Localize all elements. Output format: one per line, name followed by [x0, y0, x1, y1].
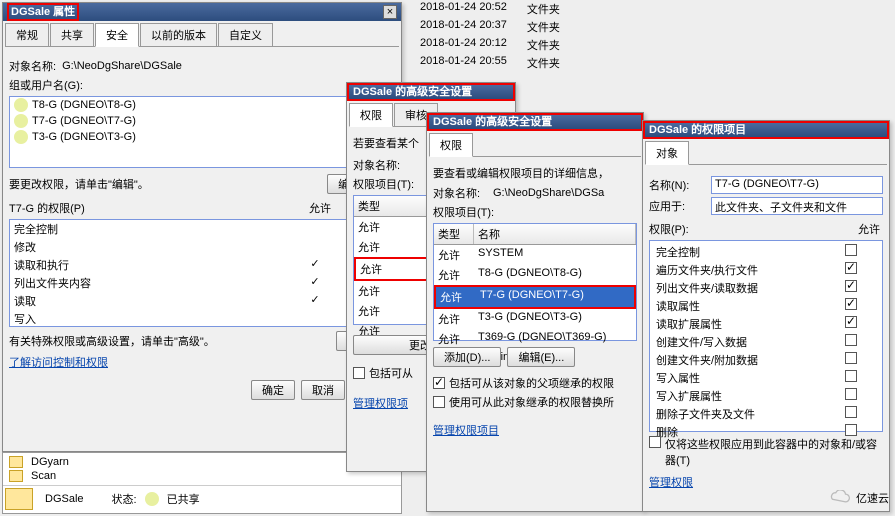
- advanced-hint: 有关特殊权限或高级设置，请单击"高级"。: [9, 333, 336, 349]
- folder-icon: [9, 456, 23, 468]
- only-apply-checkbox[interactable]: [649, 436, 661, 448]
- selected-folder-name: DGSale: [45, 493, 84, 505]
- edit-button[interactable]: 编辑(E)...: [507, 347, 575, 367]
- tab-security[interactable]: 安全: [95, 23, 139, 47]
- include-checkbox[interactable]: [353, 367, 365, 379]
- tab-permissions[interactable]: 权限: [429, 133, 473, 157]
- allow-header: 允许: [855, 221, 883, 237]
- cloud-icon: [826, 490, 852, 506]
- perm-items-label: 权限项目(T):: [353, 176, 414, 192]
- object-name-label: 对象名称:: [433, 185, 493, 201]
- manage-link[interactable]: 管理权限: [649, 474, 693, 490]
- perm-table[interactable]: 类型名称 允许SYSTEM 允许T8-G (DGNEO\T8-G) 允许T7-G…: [433, 223, 637, 341]
- perm-list[interactable]: 完全控制 修改 读取和执行✓ 列出文件夹内容✓ 读取✓ 写入: [9, 219, 395, 327]
- dialog-title: DGSale 的高级安全设置: [353, 85, 472, 99]
- users-list[interactable]: T8-G (DGNEO\T8-G) T7-G (DGNEO\T7-G) T3-G…: [9, 96, 395, 168]
- manage-link[interactable]: 管理权限项目: [433, 422, 499, 438]
- file-row: 2018-01-24 20:12文件夹: [420, 36, 560, 54]
- view-hint: 要查看或编辑权限项目的详细信息，: [433, 165, 637, 181]
- dialog-title: DGSale 的高级安全设置: [433, 115, 552, 129]
- folder-item[interactable]: DGyarn: [5, 455, 399, 469]
- folder-item[interactable]: Scan: [5, 469, 399, 483]
- file-row: 2018-01-24 20:52文件夹: [420, 0, 560, 18]
- group-users-label: 组或用户名(G):: [9, 77, 83, 93]
- status-label: 状态:: [112, 491, 137, 507]
- tab-share[interactable]: 共享: [50, 23, 94, 46]
- file-row: 2018-01-24 20:55文件夹: [420, 54, 560, 72]
- inherit-checkbox-1[interactable]: [433, 377, 445, 389]
- shared-text: 已共享: [167, 491, 200, 507]
- acl-help-link[interactable]: 了解访问控制和权限: [9, 354, 108, 370]
- tab-previous[interactable]: 以前的版本: [140, 23, 217, 46]
- user-item: T3-G (DGNEO\T3-G): [10, 129, 394, 145]
- inherit-checkbox-2[interactable]: [433, 396, 445, 408]
- manage-link[interactable]: 管理权限项: [353, 395, 408, 411]
- background-file-list: 2018-01-24 20:52文件夹 2018-01-24 20:37文件夹 …: [420, 0, 560, 72]
- tab-object[interactable]: 对象: [645, 141, 689, 165]
- close-icon[interactable]: ×: [383, 5, 397, 19]
- user-icon: [14, 98, 28, 112]
- user-icon: [14, 114, 28, 128]
- user-item: T7-G (DGNEO\T7-G): [10, 113, 394, 129]
- object-name-value: G:\NeoDgShare\DGSale: [62, 60, 182, 72]
- apply-to-label: 应用于:: [649, 198, 705, 214]
- explorer-panel: DGyarn Scan DGSale 状态: 已共享: [2, 452, 402, 514]
- advanced-security-dialog-2: DGSale 的高级安全设置 权限 要查看或编辑权限项目的详细信息， 对象名称:…: [426, 112, 644, 512]
- file-row: 2018-01-24 20:37文件夹: [420, 18, 560, 36]
- tab-general[interactable]: 常规: [5, 23, 49, 46]
- properties-dialog: DGSale 属性 × 常规 共享 安全 以前的版本 自定义 对象名称: G:\N…: [2, 2, 402, 452]
- name-label: 名称(N):: [649, 177, 705, 193]
- apply-to-select[interactable]: 此文件夹、子文件夹和文件: [711, 197, 883, 215]
- user-icon: [14, 130, 28, 144]
- object-name-value: G:\NeoDgShare\DGSa: [493, 187, 604, 199]
- add-button[interactable]: 添加(D)...: [433, 347, 501, 367]
- perm-items-label: 权限项目(T):: [433, 204, 494, 220]
- tab-custom[interactable]: 自定义: [218, 23, 273, 46]
- allow-header: 允许: [295, 200, 345, 216]
- change-hint: 要更改权限，请单击"编辑"。: [9, 176, 327, 192]
- cancel-button[interactable]: 取消: [301, 380, 345, 400]
- name-field[interactable]: T7-G (DGNEO\T7-G): [711, 176, 883, 194]
- detailed-perm-list[interactable]: 完全控制 遍历文件夹/执行文件 列出文件夹/读取数据 读取属性 读取扩展属性 创…: [649, 240, 883, 432]
- watermark: 亿速云: [826, 490, 889, 506]
- perm-label: 权限(P):: [649, 221, 855, 237]
- object-name-label: 对象名称:: [9, 58, 56, 74]
- perm-title: T7-G 的权限(P): [9, 200, 295, 216]
- user-item: T8-G (DGNEO\T8-G): [10, 97, 394, 113]
- folder-icon-large: [5, 488, 33, 510]
- ok-button[interactable]: 确定: [251, 380, 295, 400]
- selected-row: 允许T7-G (DGNEO\T7-G): [434, 285, 636, 309]
- tab-permissions[interactable]: 权限: [349, 103, 393, 127]
- folder-icon: [9, 470, 23, 482]
- shared-icon: [145, 492, 159, 506]
- dialog-title: DGSale 的权限项目: [649, 123, 746, 137]
- dialog-title: DGSale 属性: [7, 3, 79, 21]
- permission-entry-dialog: DGSale 的权限项目 对象 名称(N):T7-G (DGNEO\T7-G) …: [642, 120, 890, 512]
- tabs: 常规 共享 安全 以前的版本 自定义: [5, 23, 399, 47]
- object-name-label: 对象名称:: [353, 157, 400, 173]
